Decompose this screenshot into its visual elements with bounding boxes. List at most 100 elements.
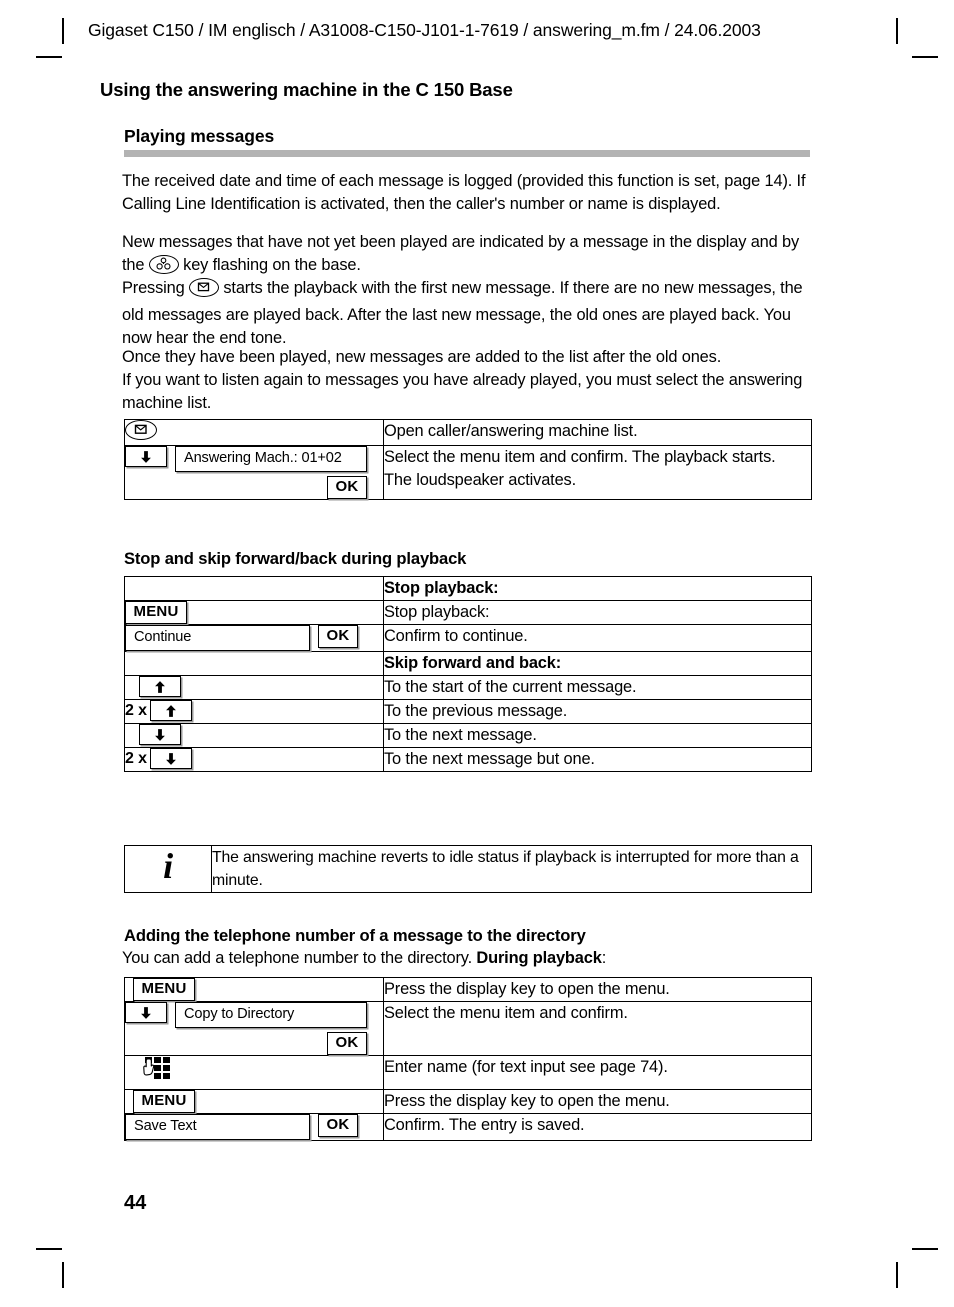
table-row: Enter name (for text input see page 74). [124, 1055, 812, 1090]
table-row: To the next message. [124, 723, 812, 748]
message-key-icon [188, 278, 219, 304]
menu-softkey[interactable]: MENU [133, 978, 195, 1001]
table-cell-description: Select the menu item and confirm. [383, 1001, 812, 1056]
description-line: To the next message. [384, 726, 537, 744]
table-row: Stop playback: [124, 576, 812, 601]
table-cell-description: Press the display key to open the menu. [383, 977, 812, 1002]
crop-mark-bottom-right-horizontal [912, 1248, 938, 1250]
paragraph-once-played: Once they have been played, new messages… [122, 348, 722, 366]
menu-field-copy-to-directory[interactable]: Copy to Directory [175, 1002, 367, 1028]
table-row: Skip forward and back: [124, 651, 812, 676]
menu-softkey[interactable]: MENU [133, 1090, 195, 1113]
description-line: Open caller/answering machine list. [384, 422, 638, 440]
note-text: The answering machine reverts to idle st… [211, 845, 812, 893]
ok-softkey[interactable]: OK [318, 1114, 358, 1137]
table-add-to-directory: MENU Press the display key to open the m… [124, 977, 812, 1141]
table-cell-action: 2 x [124, 699, 384, 724]
menu-field-save-text[interactable]: Save Text [125, 1114, 310, 1140]
table-cell-action: MENU [124, 977, 384, 1002]
nav-key-down-icon[interactable] [125, 1002, 167, 1023]
intro-text-plain: You can add a telephone number to the di… [122, 949, 477, 967]
table-stop-and-skip: Stop playback: MENU Stop playback: Conti… [124, 576, 812, 772]
table-row: Open caller/answering machine list. [124, 419, 812, 446]
paragraph-pressing-playback: Pressing starts the playback with the fi… [122, 277, 806, 351]
description-line: Enter name (for text input see page 74). [384, 1058, 668, 1076]
menu-softkey[interactable]: MENU [125, 601, 187, 624]
table-cell-description: To the previous message. [383, 699, 812, 724]
ok-softkey[interactable]: OK [318, 625, 358, 648]
menu-field-answering-machine[interactable]: Answering Mach.: 01+02 [175, 446, 367, 472]
crop-mark-top-left-horizontal [36, 56, 62, 58]
table-row: Copy to Directory OK Select the menu ite… [124, 1001, 812, 1056]
table-cell-action [124, 1055, 384, 1090]
nav-key-down-icon[interactable] [125, 446, 167, 467]
intro-text-bold: During playback [476, 949, 602, 967]
description-line: Select the menu item and confirm. The pl… [384, 448, 776, 466]
crop-mark-bottom-right-vertical [896, 1262, 898, 1288]
nav-key-up-icon[interactable] [139, 676, 181, 697]
table-cell-description: Open caller/answering machine list. [383, 419, 812, 446]
table-cell-action: Save Text OK [124, 1113, 384, 1141]
table-row: Continue OK Confirm to continue. [124, 624, 812, 652]
information-icon: i [124, 845, 212, 893]
nav-key-down-icon[interactable] [139, 724, 181, 745]
table-cell-action: Continue OK [124, 624, 384, 652]
description-line: Stop playback: [384, 579, 499, 597]
table-row: MENU Press the display key to open the m… [124, 977, 812, 1002]
paragraph-pressing-text-b: starts the playback with the first new m… [122, 279, 803, 348]
table-row: To the start of the current message. [124, 675, 812, 700]
paragraph-new-messages-text-b: key flashing on the base. [178, 256, 361, 275]
description-line: To the start of the current message. [384, 678, 637, 696]
table-cell-action: Answering Mach.: 01+02 OK [124, 445, 384, 500]
menu-field-continue[interactable]: Continue [125, 625, 310, 651]
paragraph-new-messages: New messages that have not yet been play… [122, 231, 806, 281]
ok-softkey[interactable]: OK [327, 476, 367, 499]
table-cell-description: Enter name (for text input see page 74). [383, 1055, 812, 1090]
table-cell-description: Confirm to continue. [383, 624, 812, 652]
nav-key-down-icon[interactable] [149, 748, 192, 769]
table-cell-action: MENU [124, 1089, 384, 1114]
running-header: Gigaset C150 / IM englisch / A31008-C150… [88, 20, 761, 40]
table-cell-action [124, 675, 384, 700]
table-cell-action: MENU [124, 600, 384, 625]
action-widget-group: Save Text OK [125, 1114, 383, 1140]
table-row: Save Text OK Confirm. The entry is saved… [124, 1113, 812, 1141]
crop-mark-bottom-left-horizontal [36, 1248, 62, 1250]
crop-mark-top-right-vertical [896, 18, 898, 44]
table-cell-action [124, 419, 384, 446]
message-key-icon[interactable] [125, 420, 157, 445]
chapter-title: Using the answering machine in the C 150… [100, 79, 513, 100]
action-widget-group: Copy to Directory OK [125, 1002, 383, 1055]
description-line: Skip forward and back: [384, 654, 562, 672]
crop-mark-top-left-vertical [62, 18, 64, 44]
section-title: Playing messages [124, 126, 275, 146]
table-row: i The answering machine reverts to idle … [124, 845, 812, 893]
page-number: 44 [124, 1192, 147, 1214]
description-line: Confirm to continue. [384, 627, 528, 645]
action-widget-group: Continue OK [125, 625, 383, 651]
crop-mark-bottom-left-vertical [62, 1262, 64, 1288]
table-cell-action: Copy to Directory OK [124, 1001, 384, 1056]
table-cell-description: Skip forward and back: [383, 651, 812, 676]
table-row: 2 x To the next message but one. [124, 747, 812, 772]
description-line: To the next message but one. [384, 750, 595, 768]
table-cell-description: Stop playback: [383, 600, 812, 625]
table-cell-description: Select the menu item and confirm. The pl… [383, 445, 812, 500]
repeat-count-label: 2 x [125, 750, 147, 767]
subheading-stop-skip: Stop and skip forward/back during playba… [124, 549, 467, 568]
paragraph-pressing-text-a: Pressing [122, 279, 189, 297]
table-cell-action [124, 576, 384, 601]
table-cell-description: To the next message. [383, 723, 812, 748]
section-rule [124, 150, 810, 157]
table-cell-action [124, 651, 384, 676]
keypad-entry-icon[interactable] [141, 1056, 175, 1084]
table-cell-action [124, 723, 384, 748]
menu-and-ok-group: Copy to Directory OK [175, 1002, 367, 1055]
table-row: 2 x To the previous message. [124, 699, 812, 724]
description-line: To the previous message. [384, 702, 568, 720]
nav-key-up-icon[interactable] [149, 700, 192, 721]
description-line: The loudspeaker activates. [384, 471, 576, 489]
ok-softkey[interactable]: OK [327, 1032, 367, 1055]
table-cell-action: 2 x [124, 747, 384, 772]
table-cell-description: Stop playback: [383, 576, 812, 601]
